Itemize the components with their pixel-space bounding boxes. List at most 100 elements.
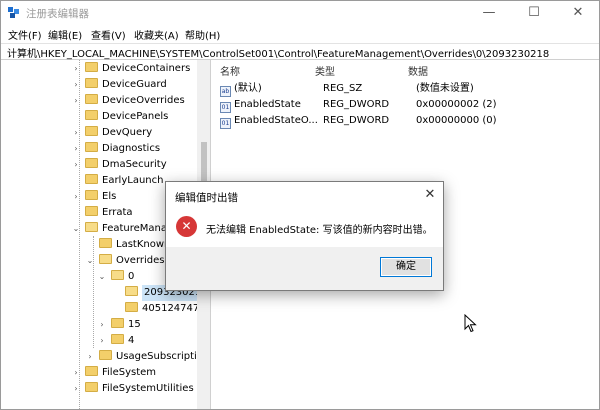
folder-icon [125,302,138,312]
close-window-button[interactable]: ✕ [556,1,600,25]
expand-arrow-icon[interactable]: › [71,141,81,157]
expand-arrow-icon[interactable]: › [71,61,81,77]
tree-item-label: DeviceGuard [102,79,167,90]
value-name: (默认) [234,83,262,94]
address-bar[interactable]: 计算机\HKEY_LOCAL_MACHINE\SYSTEM\ControlSet… [1,43,599,60]
window-title: 注册表编辑器 [26,8,89,20]
expand-arrow-icon[interactable]: › [71,189,81,205]
value-type: REG_DWORD [323,115,390,126]
tree-item-earlylaunch[interactable]: EarlyLaunch [71,173,163,189]
folder-icon [85,110,98,120]
dialog-footer: 确定 [166,247,443,290]
tree-item-devicepanels[interactable]: DevicePanels [71,109,168,125]
tree-scrollbar-thumb[interactable] [201,142,207,182]
mouse-cursor-icon [464,314,477,333]
column-header-data[interactable]: 数据 [408,63,428,78]
expand-arrow-icon[interactable]: › [71,77,81,93]
binary-value-icon: 01 [220,102,231,113]
minimize-button[interactable]: — [467,1,511,25]
tree-item-deviceoverrides[interactable]: › DeviceOverrides [71,93,185,109]
value-name: EnabledStateO... [234,115,318,126]
tree-item-label: EarlyLaunch [102,175,164,186]
expand-arrow-icon[interactable]: › [71,157,81,173]
tree-item-15[interactable]: › 15 [97,317,141,333]
string-value-icon: ab [220,86,231,97]
collapse-arrow-icon[interactable]: ⌄ [85,253,95,269]
folder-icon [85,206,98,216]
folder-icon [99,350,112,360]
registry-editor-icon [8,7,19,18]
value-row-enabledstateoptions[interactable]: 01 EnabledStateO... REG_DWORD 0x00000000 … [220,113,595,129]
registry-editor-window: 注册表编辑器 — ☐ ✕ 文件(F) 编辑(E) 查看(V) 收藏夹(A) 帮助… [0,0,600,410]
open-folder-icon [125,286,138,296]
tree-item-405124747[interactable]: 405124747 [111,301,199,317]
folder-icon [99,238,112,248]
tree-item-label: 0 [128,271,135,282]
tree-item-usagesubscription[interactable]: › UsageSubscription [85,349,209,365]
tree-item-label: UsageSubscription [116,351,210,362]
ok-button[interactable]: 确定 [380,257,432,277]
tree-item-featuremanagement[interactable]: ⌄ FeatureManag [71,221,173,237]
tree-item-filesystem[interactable]: › FileSystem [71,365,156,381]
menu-file[interactable]: 文件(F) [8,27,42,42]
tree-item-label: 15 [128,319,141,330]
tree-item-label: 405124747 [142,303,200,314]
tree-item-label: DmaSecurity [102,159,167,170]
value-row-default[interactable]: ab (默认) REG_SZ (数值未设置) [220,81,595,97]
tree-item-label: FileSystemUtilities [102,383,194,394]
expand-arrow-icon[interactable]: › [97,317,107,333]
tree-item-dmasecurity[interactable]: › DmaSecurity [71,157,167,173]
tree-item-els[interactable]: › Els [71,189,116,205]
collapse-arrow-icon[interactable]: ⌄ [71,221,81,237]
tree-item-errata[interactable]: Errata [71,205,133,221]
menu-help[interactable]: 帮助(H) [185,27,220,42]
value-row-enabledstate[interactable]: 01 EnabledState REG_DWORD 0x00000002 (2) [220,97,595,113]
menu-favorites[interactable]: 收藏夹(A) [134,27,179,42]
expand-arrow-icon[interactable]: › [85,349,95,365]
tree-item-filesystemutilities[interactable]: › FileSystemUtilities [71,381,194,397]
value-name: EnabledState [234,99,301,110]
tree-item-label: Errata [102,207,133,218]
title-bar[interactable]: 注册表编辑器 — ☐ ✕ [1,1,599,25]
expand-arrow-icon[interactable]: › [71,93,81,109]
expand-arrow-icon[interactable]: › [97,333,107,349]
open-folder-icon [99,254,112,264]
menu-view[interactable]: 查看(V) [91,27,126,42]
tree-item-label: 4 [128,335,135,346]
folder-icon [85,366,98,376]
tree-item-overrides[interactable]: ⌄ Overrides [85,253,164,269]
tree-item-devicecontainers[interactable]: › DeviceContainers [71,61,190,77]
value-data: 0x00000002 (2) [416,99,497,110]
column-header-name[interactable]: 名称 [220,63,240,78]
folder-icon [111,334,124,344]
tree-item-label: DevQuery [102,127,153,138]
open-folder-icon [111,270,124,280]
maximize-button[interactable]: ☐ [512,1,556,25]
tree-item-label: DeviceOverrides [102,95,185,106]
tree-item-label: Diagnostics [102,143,161,154]
error-dialog: 编辑值时出错 ✕ ✕ 无法编辑 EnabledState: 写该值的新内容时出错… [165,181,444,291]
column-header-type[interactable]: 类型 [315,63,335,78]
menu-edit[interactable]: 编辑(E) [48,27,82,42]
folder-icon [85,382,98,392]
binary-value-icon: 01 [220,118,231,129]
folder-icon [85,62,98,72]
expand-arrow-icon[interactable]: › [71,365,81,381]
tree-item-devquery[interactable]: › DevQuery [71,125,152,141]
value-type: REG_DWORD [323,99,390,110]
address-path[interactable]: 计算机\HKEY_LOCAL_MACHINE\SYSTEM\ControlSet… [7,45,549,60]
tree-item-label: DevicePanels [102,111,169,122]
dialog-title: 编辑值时出错 [175,192,238,204]
collapse-arrow-icon[interactable]: ⌄ [97,269,107,285]
dialog-close-button[interactable]: ✕ [420,185,440,205]
expand-arrow-icon[interactable]: › [71,381,81,397]
folder-icon [85,94,98,104]
tree-item-0[interactable]: ⌄ 0 [97,269,134,285]
folder-icon [85,158,98,168]
open-folder-icon [85,222,98,232]
expand-arrow-icon[interactable]: › [71,125,81,141]
tree-item-diagnostics[interactable]: › Diagnostics [71,141,160,157]
tree-item-4[interactable]: › 4 [97,333,134,349]
tree-item-deviceguard[interactable]: › DeviceGuard [71,77,167,93]
value-data: 0x00000000 (0) [416,115,497,126]
